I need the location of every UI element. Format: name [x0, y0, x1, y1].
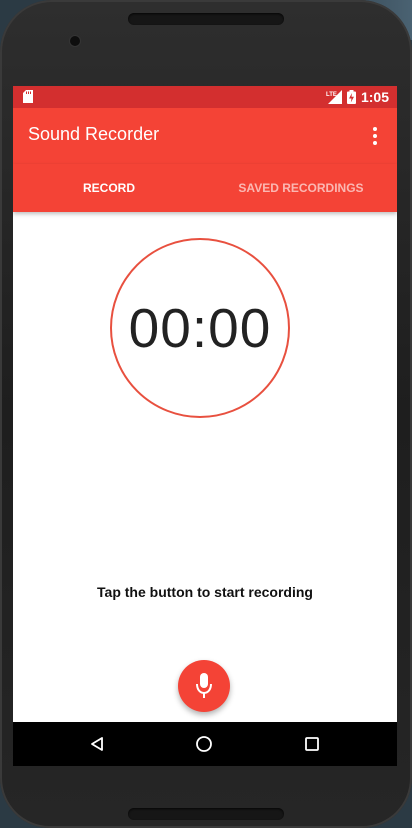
sd-card-icon	[23, 90, 33, 103]
battery-charging-icon	[346, 90, 356, 104]
tab-record[interactable]: RECORD	[13, 164, 205, 212]
lte-signal-icon: LTE	[326, 90, 342, 104]
tab-saved-recordings-label: SAVED RECORDINGS	[238, 181, 364, 195]
status-bar: LTE 1:05	[13, 86, 397, 108]
back-triangle-icon[interactable]	[87, 734, 107, 754]
navigation-bar	[13, 722, 397, 766]
front-camera	[70, 36, 80, 46]
record-button[interactable]	[178, 660, 230, 712]
status-clock: 1:05	[360, 89, 389, 105]
more-vert-icon[interactable]	[363, 122, 387, 150]
phone-frame: LTE 1:05 Sound Recorder RECORD SAVED REC…	[0, 0, 412, 828]
app-title: Sound Recorder	[28, 124, 160, 144]
recording-hint: Tap the button to start recording	[97, 584, 313, 600]
tab-bar: RECORD SAVED RECORDINGS	[13, 164, 397, 290]
timer-display: 00:00	[128, 297, 272, 359]
top-speaker-grille	[128, 13, 284, 25]
timer-ring: 00:00	[110, 238, 290, 418]
recents-square-icon[interactable]	[302, 734, 322, 754]
tab-record-label: RECORD	[82, 181, 135, 195]
screen: LTE 1:05 Sound Recorder RECORD SAVED REC…	[13, 86, 397, 766]
bottom-speaker-grille	[128, 808, 284, 820]
microphone-icon	[196, 673, 212, 698]
home-circle-icon[interactable]	[194, 734, 214, 754]
app-toolbar: Sound Recorder	[13, 108, 397, 164]
svg-text:LTE: LTE	[326, 92, 337, 98]
tab-saved-recordings[interactable]: SAVED RECORDINGS	[205, 164, 397, 212]
